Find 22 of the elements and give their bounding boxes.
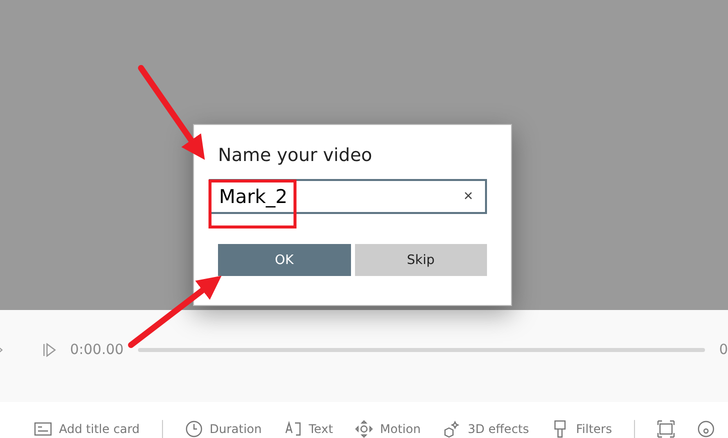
toolbar-button[interactable]: Filters bbox=[551, 420, 612, 438]
ok-button[interactable]: OK bbox=[218, 244, 350, 276]
title-card-icon bbox=[34, 420, 52, 438]
toolbar-button[interactable]: Add title card bbox=[34, 420, 140, 438]
sparkle-cube-icon bbox=[442, 420, 461, 438]
motion-icon bbox=[355, 420, 374, 438]
toolbar-button[interactable]: Motion bbox=[355, 420, 421, 438]
text-frame-icon bbox=[284, 420, 302, 438]
dialog-title: Name your video bbox=[218, 145, 374, 166]
toolbar-icon-button[interactable] bbox=[656, 420, 675, 438]
toolbar-button[interactable]: Text bbox=[284, 420, 334, 438]
toolbar-button[interactable]: Duration bbox=[184, 420, 262, 438]
current-time: 0:00.00 bbox=[70, 342, 124, 358]
end-time: 0 bbox=[719, 342, 728, 358]
toolbar-button[interactable]: 3D effects bbox=[442, 420, 529, 438]
aspect-ratio-icon bbox=[656, 420, 675, 438]
clear-button[interactable]: × bbox=[464, 188, 473, 206]
clock-icon bbox=[184, 420, 203, 438]
name-input[interactable]: Mark_2 × bbox=[209, 179, 487, 214]
skip-button[interactable]: Skip bbox=[354, 244, 487, 276]
seek-track[interactable] bbox=[138, 348, 706, 352]
play-step-icon[interactable] bbox=[42, 343, 56, 357]
